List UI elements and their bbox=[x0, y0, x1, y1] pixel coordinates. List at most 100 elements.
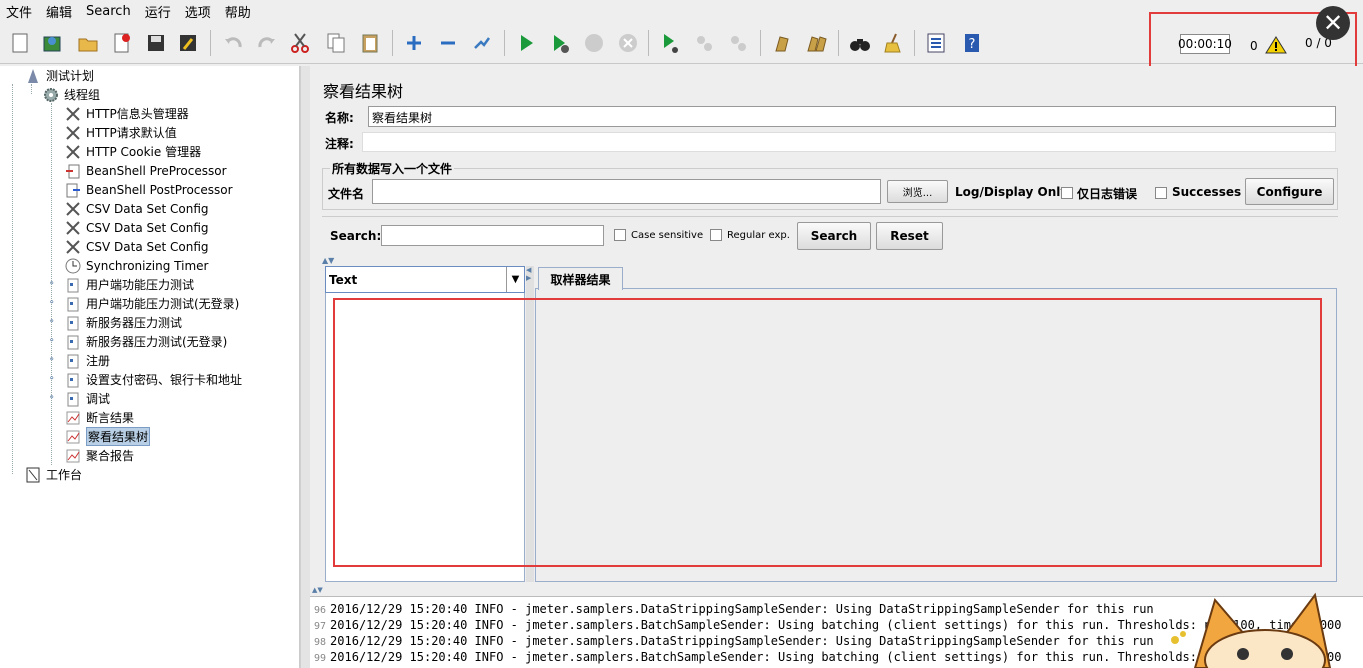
toggle-icon[interactable] bbox=[468, 28, 496, 58]
filename-input[interactable] bbox=[372, 179, 881, 204]
menu-run[interactable]: 运行 bbox=[145, 2, 171, 21]
overlay-close-button[interactable]: ✕ bbox=[1316, 6, 1350, 40]
tree-item[interactable]: Synchronizing Timer bbox=[64, 256, 208, 275]
tree-item[interactable]: CSV Data Set Config bbox=[64, 199, 209, 218]
stop-icon[interactable] bbox=[580, 28, 608, 58]
expand-icon[interactable] bbox=[400, 28, 428, 58]
tree-item[interactable]: 用户端功能压力测试 bbox=[64, 275, 194, 294]
tree-item-selected[interactable]: 察看结果树 bbox=[64, 427, 151, 446]
tree-item[interactable]: HTTP Cookie 管理器 bbox=[64, 142, 201, 161]
start-no-pause-icon[interactable] bbox=[546, 28, 574, 58]
controller-icon bbox=[64, 296, 82, 312]
tree-item[interactable]: 聚合报告 bbox=[64, 446, 134, 465]
paste-icon[interactable] bbox=[356, 28, 384, 58]
tree-item[interactable]: 线程组 bbox=[42, 85, 100, 104]
undo-icon[interactable] bbox=[220, 28, 248, 58]
redo-icon[interactable] bbox=[252, 28, 280, 58]
save-icon[interactable] bbox=[142, 28, 170, 58]
log-display-label: Log/Display Only: bbox=[955, 185, 1073, 199]
line-number: 98 bbox=[314, 637, 327, 648]
tree-item-label: 注册 bbox=[86, 354, 111, 368]
expand-toggle-icon[interactable]: ⚬ bbox=[48, 393, 58, 403]
browse-button[interactable]: 浏览... bbox=[887, 180, 948, 203]
function-helper-icon[interactable] bbox=[922, 28, 950, 58]
tree-item[interactable]: 设置支付密码、银行卡和地址 bbox=[64, 370, 242, 389]
config-tools-icon bbox=[64, 220, 82, 236]
case-sensitive-checkbox[interactable] bbox=[614, 229, 626, 241]
menu-options[interactable]: 选项 bbox=[185, 2, 211, 21]
errors-only-checkbox[interactable] bbox=[1061, 187, 1073, 199]
collapse-icon[interactable] bbox=[434, 28, 462, 58]
expand-toggle-icon[interactable]: ⚬ bbox=[48, 298, 58, 308]
renderer-select[interactable]: Text ▼ bbox=[325, 266, 525, 293]
tree-item-label: 测试计划 bbox=[46, 69, 95, 83]
tree-item[interactable]: 测试计划 bbox=[24, 66, 94, 85]
save-as-icon[interactable] bbox=[174, 28, 202, 58]
expand-toggle-icon[interactable]: ⚬ bbox=[48, 279, 58, 289]
listener-graph-icon bbox=[64, 410, 82, 426]
help-icon[interactable]: ? bbox=[958, 28, 986, 58]
successes-checkbox[interactable] bbox=[1155, 187, 1167, 199]
remote-stop-icon[interactable] bbox=[690, 28, 718, 58]
split-arrows-icon[interactable]: ▲▼ bbox=[322, 257, 1338, 265]
reset-search-broom-icon[interactable] bbox=[880, 28, 908, 58]
tree-splitter[interactable] bbox=[300, 66, 310, 668]
regular-exp-checkbox[interactable] bbox=[710, 229, 722, 241]
tree-item[interactable]: 新服务器压力测试 bbox=[64, 313, 182, 332]
tree-item[interactable]: CSV Data Set Config bbox=[64, 237, 209, 256]
reset-button[interactable]: Reset bbox=[876, 222, 943, 250]
close-icon[interactable] bbox=[108, 28, 136, 58]
tree-item[interactable]: BeanShell PreProcessor bbox=[64, 161, 227, 180]
tree-item[interactable]: 调试 bbox=[64, 389, 110, 408]
tree-item-label: 察看结果树 bbox=[86, 427, 151, 446]
templates-icon[interactable] bbox=[38, 28, 66, 58]
tree-item[interactable]: HTTP请求默认值 bbox=[64, 123, 177, 142]
menu-edit[interactable]: 编辑 bbox=[46, 2, 72, 21]
expand-toggle-icon[interactable]: ⚬ bbox=[48, 317, 58, 327]
cat-mascot-icon bbox=[1171, 592, 1332, 668]
configure-button[interactable]: Configure bbox=[1245, 178, 1334, 205]
search-button[interactable]: Search bbox=[797, 222, 871, 250]
expand-toggle-icon[interactable]: ⚬ bbox=[48, 374, 58, 384]
timer-icon bbox=[64, 258, 82, 274]
menu-help[interactable]: 帮助 bbox=[225, 2, 251, 21]
remote-shutdown-icon[interactable] bbox=[724, 28, 752, 58]
line-number: 96 bbox=[314, 605, 327, 616]
clear-icon[interactable] bbox=[768, 28, 796, 58]
shutdown-icon[interactable] bbox=[614, 28, 642, 58]
search-binoculars-icon[interactable] bbox=[846, 28, 874, 58]
comment-label: 注释: bbox=[325, 137, 354, 151]
copy-icon[interactable] bbox=[322, 28, 350, 58]
tree-item-label: CSV Data Set Config bbox=[86, 220, 209, 235]
tree-item[interactable]: 用户端功能压力测试(无登录) bbox=[64, 294, 239, 313]
open-icon[interactable] bbox=[74, 28, 102, 58]
cut-icon[interactable] bbox=[286, 28, 314, 58]
tree-item[interactable]: 新服务器压力测试(无登录) bbox=[64, 332, 227, 351]
tree-item[interactable]: 工作台 bbox=[24, 465, 82, 484]
tree-item[interactable]: HTTP信息头管理器 bbox=[64, 104, 189, 123]
highlight-box-results bbox=[333, 298, 1322, 567]
tree-item-label: BeanShell PostProcessor bbox=[86, 182, 233, 197]
clear-all-icon[interactable] bbox=[802, 28, 830, 58]
menu-file[interactable]: 文件 bbox=[6, 2, 32, 21]
search-input[interactable] bbox=[381, 225, 604, 246]
tree-item-label: HTTP请求默认值 bbox=[86, 126, 177, 140]
controller-icon bbox=[64, 277, 82, 293]
config-tools-icon bbox=[64, 201, 82, 217]
tab-sampler-result[interactable]: 取样器结果 bbox=[538, 267, 623, 290]
tree-item[interactable]: CSV Data Set Config bbox=[64, 218, 209, 237]
tree-item[interactable]: 断言结果 bbox=[64, 408, 134, 427]
tree-item-label: 新服务器压力测试(无登录) bbox=[86, 335, 228, 349]
tree-item[interactable]: 注册 bbox=[64, 351, 110, 370]
tree-item[interactable]: BeanShell PostProcessor bbox=[64, 180, 233, 199]
start-icon[interactable] bbox=[512, 28, 540, 58]
listener-graph-icon bbox=[64, 448, 82, 464]
expand-toggle-icon[interactable]: ⚬ bbox=[48, 336, 58, 346]
menu-search[interactable]: Search bbox=[86, 4, 131, 19]
new-icon[interactable] bbox=[6, 28, 34, 58]
comment-field[interactable] bbox=[362, 132, 1336, 152]
remote-start-icon[interactable] bbox=[656, 28, 684, 58]
log-line: 2016/12/29 15:20:40 INFO - jmeter.sample… bbox=[330, 602, 1154, 616]
name-field[interactable]: 察看结果树 bbox=[368, 106, 1336, 127]
expand-toggle-icon[interactable]: ⚬ bbox=[48, 355, 58, 365]
